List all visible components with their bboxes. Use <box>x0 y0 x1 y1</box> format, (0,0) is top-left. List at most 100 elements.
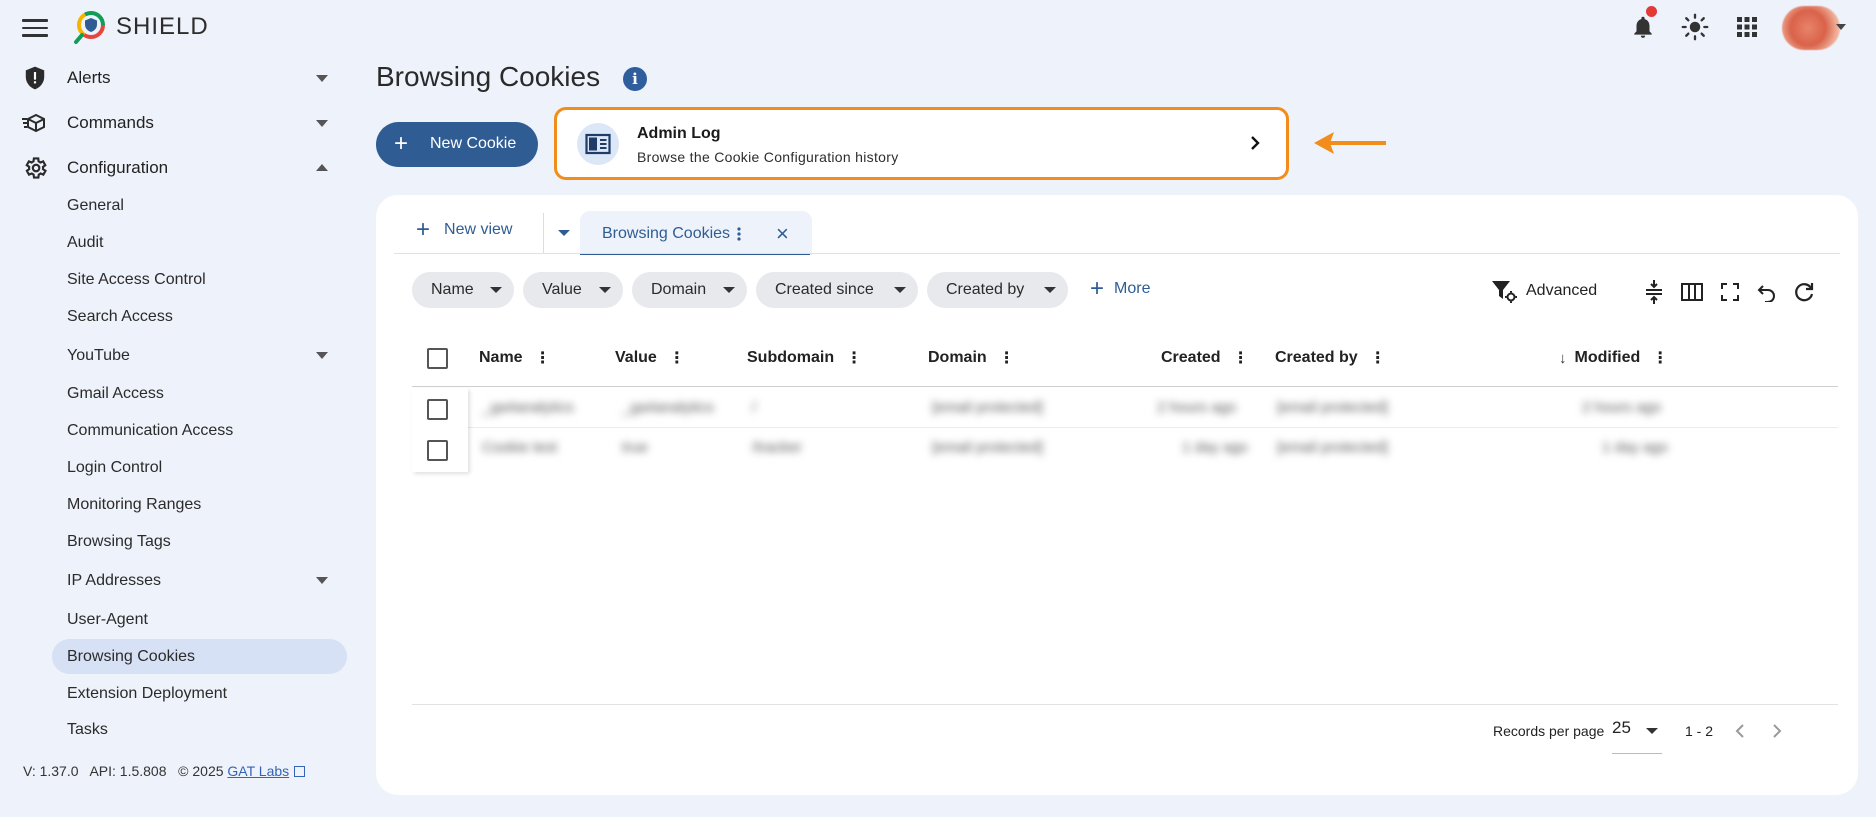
admin-log-card[interactable]: Admin Log Browse the Cookie Configuratio… <box>554 107 1289 180</box>
sidebar-item-youtube[interactable]: YouTube <box>52 338 347 373</box>
sidebar-item-label: IP Addresses <box>67 571 161 589</box>
advanced-filter-button[interactable]: Advanced <box>1490 278 1597 304</box>
company-link[interactable]: GAT Labs <box>227 763 289 779</box>
tab-menu-icon[interactable] <box>736 225 742 243</box>
chevron-up-icon <box>316 164 328 171</box>
nav-group-alerts[interactable]: Alerts <box>0 58 350 98</box>
filter-chip-domain[interactable]: Domain <box>632 272 747 308</box>
external-link-icon <box>294 766 306 777</box>
row-checkbox[interactable] <box>427 399 448 420</box>
column-header-subdomain[interactable]: Subdomain ⋮ <box>747 348 862 368</box>
chevron-down-icon <box>723 287 735 293</box>
table-row[interactable]: Cookie test true /tracker [email protect… <box>412 428 1838 468</box>
account-dropdown-icon[interactable] <box>1836 24 1846 30</box>
records-per-page-select[interactable]: 25 <box>1612 718 1662 754</box>
records-per-page-value: 25 <box>1612 718 1631 737</box>
column-label: Created <box>1161 349 1221 366</box>
column-menu-icon[interactable]: ⋮ <box>1370 348 1386 368</box>
column-menu-icon[interactable]: ⋮ <box>669 348 685 368</box>
table-footer-divider <box>412 704 1838 705</box>
select-all-checkbox[interactable] <box>427 348 448 369</box>
chevron-down-icon <box>316 352 328 359</box>
table-header: Name ⋮ Value ⋮ Subdomain ⋮ Domain ⋮ Created ⋮… <box>412 325 1838 387</box>
cell-created: 1 day ago <box>1182 439 1248 456</box>
apps-grid-icon[interactable] <box>1732 12 1762 42</box>
previous-page-icon[interactable] <box>1728 719 1752 743</box>
theme-sun-icon[interactable] <box>1680 12 1710 42</box>
column-header-name[interactable]: Name ⋮ <box>479 348 551 368</box>
records-per-page-label: Records per page <box>1493 723 1605 739</box>
filter-chip-created-by[interactable]: Created by <box>927 272 1068 308</box>
cell-value: _ga4analytics <box>622 399 714 416</box>
column-menu-icon[interactable]: ⋮ <box>535 348 551 368</box>
top-bar: SHIELD <box>0 0 1876 54</box>
sidebar-item-extension-deployment[interactable]: Extension Deployment <box>52 676 347 711</box>
plus-icon: + <box>1090 275 1105 302</box>
column-menu-icon[interactable]: ⋮ <box>999 348 1015 368</box>
filter-chip-created-since[interactable]: Created since <box>756 272 918 308</box>
sidebar-item-label: YouTube <box>67 346 130 364</box>
refresh-icon[interactable] <box>1791 279 1817 305</box>
table-row[interactable]: _ga4analytics _ga4analytics / [email pro… <box>412 388 1838 428</box>
version-footer: V: 1.37.0 API: 1.5.808 © 2025 GAT Labs <box>23 763 306 779</box>
column-label: Name <box>479 349 523 366</box>
page-title: Browsing Cookies <box>376 61 601 92</box>
sidebar-item-audit[interactable]: Audit <box>52 225 347 260</box>
sidebar-item-ip-addresses[interactable]: IP Addresses <box>52 563 347 598</box>
sidebar-item-browsing-tags[interactable]: Browsing Tags <box>52 524 347 559</box>
admin-log-subtitle: Browse the Cookie Configuration history <box>637 149 899 165</box>
cell-subdomain: / <box>752 399 757 416</box>
filter-chip-name[interactable]: Name <box>412 272 514 308</box>
views-dropdown-icon[interactable] <box>558 230 570 236</box>
chip-label: Created since <box>775 281 874 298</box>
close-tab-icon[interactable]: × <box>776 221 789 247</box>
nav-group-commands[interactable]: Commands <box>0 103 350 143</box>
column-menu-icon[interactable]: ⋮ <box>846 348 862 368</box>
info-icon[interactable]: i <box>623 67 647 91</box>
sidebar-item-user-agent[interactable]: User-Agent <box>52 602 347 637</box>
notifications-bell-icon[interactable] <box>1628 6 1658 42</box>
cell-name: Cookie test <box>482 439 558 456</box>
column-menu-icon[interactable]: ⋮ <box>1233 348 1249 368</box>
cell-created-by: [email protected] <box>1277 399 1388 416</box>
plus-icon: + <box>416 216 431 243</box>
nav-group-label: Configuration <box>67 158 169 177</box>
column-header-value[interactable]: Value ⋮ <box>615 348 685 368</box>
column-header-created[interactable]: Created ⋮ <box>1161 348 1249 368</box>
sidebar-item-tasks[interactable]: Tasks <box>52 712 347 747</box>
filter-chip-value[interactable]: Value <box>523 272 623 308</box>
chevron-down-icon <box>316 577 328 584</box>
row-checkbox[interactable] <box>427 440 448 461</box>
fullscreen-icon[interactable] <box>1717 279 1743 305</box>
nav-group-configuration[interactable]: Configuration <box>0 148 350 188</box>
column-header-domain[interactable]: Domain ⋮ <box>928 348 1015 368</box>
sidebar-item-gmail-access[interactable]: Gmail Access <box>52 376 347 411</box>
sidebar-item-search-access[interactable]: Search Access <box>52 299 347 334</box>
column-header-created-by[interactable]: Created by ⋮ <box>1275 348 1386 368</box>
sidebar-item-monitoring-ranges[interactable]: Monitoring Ranges <box>52 487 347 522</box>
sidebar-item-site-access-control[interactable]: Site Access Control <box>52 262 347 297</box>
undo-icon[interactable] <box>1754 279 1780 305</box>
columns-icon[interactable] <box>1679 279 1705 305</box>
sidebar-item-communication-access[interactable]: Communication Access <box>52 413 347 448</box>
shield-alert-icon <box>25 66 45 90</box>
sidebar: Alerts Commands Configuration General Au… <box>0 54 360 814</box>
cell-modified: 2 hours ago <box>1582 399 1662 416</box>
new-view-button[interactable]: + New view <box>416 216 513 243</box>
next-page-icon[interactable] <box>1765 719 1789 743</box>
chip-label: Name <box>431 281 474 298</box>
sidebar-item-browsing-cookies[interactable]: Browsing Cookies <box>52 639 347 674</box>
sidebar-item-login-control[interactable]: Login Control <box>52 450 347 485</box>
new-view-label: New view <box>444 221 513 238</box>
column-menu-icon[interactable]: ⋮ <box>1652 348 1668 368</box>
more-filters-button[interactable]: + More <box>1090 275 1150 302</box>
density-icon[interactable] <box>1641 279 1667 305</box>
new-cookie-button[interactable]: + New Cookie <box>376 122 538 167</box>
sidebar-item-general[interactable]: General <box>52 188 347 223</box>
tab-browsing-cookies[interactable]: Browsing Cookies × <box>580 211 812 255</box>
user-avatar[interactable] <box>1782 6 1840 50</box>
chevron-down-icon <box>1044 287 1056 293</box>
menu-icon[interactable] <box>22 16 48 38</box>
column-header-modified[interactable]: ↓ Modified ⋮ <box>1559 348 1668 368</box>
sort-descending-icon: ↓ <box>1559 349 1567 367</box>
